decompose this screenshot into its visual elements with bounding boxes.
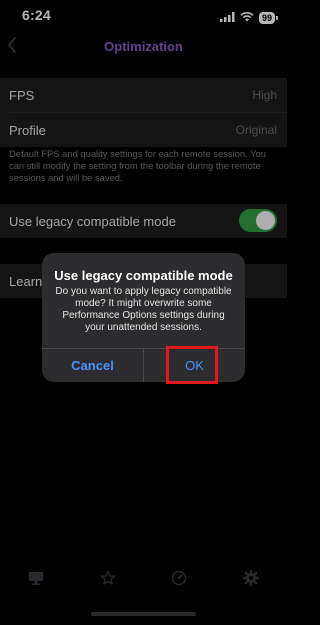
dialog-title: Use legacy compatible mode <box>54 268 233 283</box>
ok-highlight-box <box>166 346 218 384</box>
dialog-message: Do you want to apply legacy compatible m… <box>55 286 232 333</box>
cancel-button[interactable]: Cancel <box>42 349 143 382</box>
